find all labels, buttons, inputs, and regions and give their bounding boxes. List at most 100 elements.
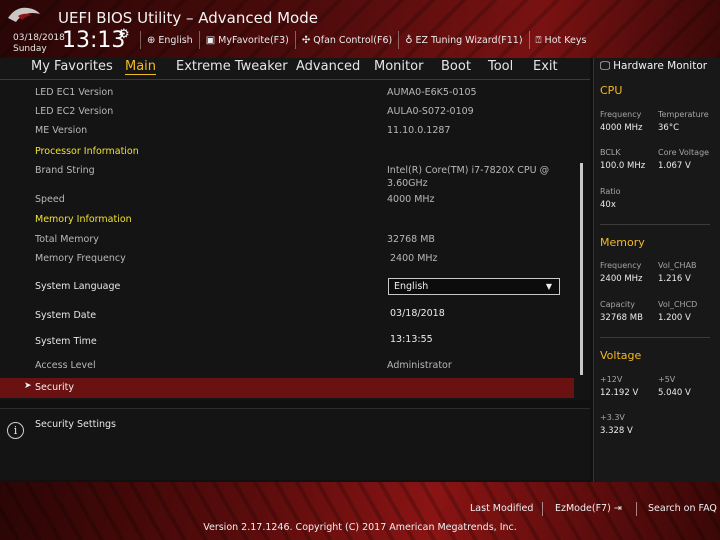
- memory-section-heading: Memory Information: [35, 214, 132, 225]
- vol-chab-label: Vol_CHAB: [658, 261, 697, 270]
- tab-main[interactable]: Main: [125, 59, 157, 75]
- copyright-text: Version 2.17.1246. Copyright (C) 2017 Am…: [203, 522, 517, 533]
- search-faq-button[interactable]: Search on FAQ: [648, 503, 717, 514]
- me-version-value: 11.10.0.1287: [387, 125, 451, 136]
- total-memory-value: 32768 MB: [387, 234, 435, 245]
- system-date-field[interactable]: 03/18/2018: [390, 307, 560, 320]
- speed-label: Speed: [35, 194, 65, 205]
- total-memory-label: Total Memory: [35, 234, 99, 245]
- ratio-value: 40x: [600, 200, 616, 210]
- qfan-control-button-label: Qfan Control(F6): [313, 34, 393, 46]
- led-ec1-value: AUMA0-E6K5-0105: [387, 87, 477, 98]
- clock-display: 13:13: [62, 28, 126, 53]
- hardware-monitor-title: 🖵 Hardware Monitor: [600, 60, 707, 73]
- system-time-label: System Time: [35, 336, 97, 347]
- brand-string-value: Intel(R) Core(TM) i7-7820X CPU @ 3.60GHz: [387, 164, 557, 190]
- security-menu-item[interactable]: ➤ Security: [0, 378, 574, 398]
- fan-icon: ✣: [301, 34, 311, 46]
- capacity-label: Capacity: [600, 300, 635, 309]
- toolbar: ⊕ English ▣ MyFavorite(F3) ✣ Qfan Contro…: [140, 31, 592, 49]
- v12-label: +12V: [600, 375, 623, 384]
- led-ec2-value: AULA0-S072-0109: [387, 106, 474, 117]
- globe-icon: ⊕: [147, 34, 156, 46]
- hardware-monitor-panel: 🖵 Hardware Monitor CPU Frequency Temperat…: [593, 58, 720, 482]
- cpu-temperature-value: 36°C: [658, 123, 680, 133]
- submenu-arrow-icon: ➤: [24, 381, 32, 391]
- ezmode-button[interactable]: EzMode(F7) ⇥: [555, 503, 622, 514]
- core-voltage-value: 1.067 V: [658, 161, 691, 171]
- date-text: 03/18/2018: [13, 33, 65, 43]
- lightbulb-icon: ♁: [405, 34, 413, 46]
- bclk-value: 100.0 MHz: [600, 161, 646, 171]
- vol-chab-value: 1.216 V: [658, 274, 691, 284]
- vol-chcd-value: 1.200 V: [658, 313, 691, 323]
- capacity-value: 32768 MB: [600, 313, 643, 323]
- processor-section-heading: Processor Information: [35, 146, 139, 157]
- led-ec2-label: LED EC2 Version: [35, 106, 114, 117]
- core-voltage-label: Core Voltage: [658, 148, 710, 157]
- ezmode-button-label: EzMode(F7): [555, 503, 611, 514]
- hot-keys-button-label: Hot Keys: [544, 34, 587, 46]
- monitor-icon: 🖵: [600, 60, 611, 72]
- favorite-icon: ▣: [205, 34, 216, 46]
- tab-my-favorites[interactable]: My Favorites: [31, 59, 113, 74]
- help-text: Security Settings: [35, 419, 116, 430]
- tab-extreme-tweaker[interactable]: Extreme Tweaker: [176, 59, 288, 74]
- access-level-value: Administrator: [387, 360, 452, 371]
- brand-string-label: Brand String: [35, 165, 95, 176]
- v12-value: 12.192 V: [600, 388, 639, 398]
- v33-label: +3.3V: [600, 413, 625, 422]
- last-modified-button[interactable]: Last Modified: [470, 503, 533, 514]
- qfan-control-button[interactable]: ✣ Qfan Control(F6): [294, 31, 398, 49]
- brand-string-line2: 3.60GHz: [387, 178, 428, 189]
- ez-tuning-wizard-button-label: EZ Tuning Wizard(F11): [415, 34, 523, 46]
- v33-value: 3.328 V: [600, 426, 633, 436]
- system-language-label: System Language: [35, 281, 121, 292]
- header-bar: UEFI BIOS Utility – Advanced Mode 03/18/…: [0, 0, 720, 58]
- menu-bar: My Favorites Main Extreme Tweaker Advanc…: [0, 58, 590, 80]
- hot-keys-button[interactable]: ⍰ Hot Keys: [528, 31, 593, 49]
- tab-tool[interactable]: Tool: [488, 59, 513, 74]
- system-language-select[interactable]: English ▼: [388, 278, 560, 295]
- gear-icon[interactable]: ⚙: [118, 27, 130, 42]
- language-button-label: English: [158, 34, 193, 46]
- system-language-value: English: [394, 281, 429, 292]
- me-version-label: ME Version: [35, 125, 88, 136]
- v5-label: +5V: [658, 375, 676, 384]
- tab-monitor[interactable]: Monitor: [374, 59, 423, 74]
- footer-divider: [636, 502, 637, 516]
- tab-boot[interactable]: Boot: [441, 59, 471, 74]
- language-button[interactable]: ⊕ English: [140, 31, 199, 49]
- main-settings-panel: LED EC1 Version AUMA0-E6K5-0105 LED EC2 …: [0, 80, 590, 400]
- ez-tuning-wizard-button[interactable]: ♁ EZ Tuning Wizard(F11): [398, 31, 528, 49]
- vol-chcd-label: Vol_CHCD: [658, 300, 698, 309]
- memory-frequency-value: 2400 MHz: [390, 253, 438, 264]
- footer-divider: [542, 502, 543, 516]
- info-icon: i: [7, 422, 24, 439]
- system-time-field[interactable]: 13:13:55: [390, 333, 560, 346]
- system-date-label: System Date: [35, 310, 97, 321]
- help-icon: ⍰: [535, 34, 542, 46]
- exit-arrow-icon: ⇥: [613, 503, 622, 514]
- cpu-frequency-label: Frequency: [600, 110, 642, 119]
- voltage-section-title: Voltage: [600, 349, 642, 362]
- footer-bar: Last Modified EzMode(F7) ⇥ Search on FAQ…: [0, 482, 720, 540]
- cpu-section-title: CPU: [600, 84, 623, 97]
- weekday-text: Sunday: [13, 44, 47, 54]
- led-ec1-label: LED EC1 Version: [35, 87, 114, 98]
- brand-string-line1: Intel(R) Core(TM) i7-7820X CPU @: [387, 165, 550, 176]
- cpu-divider: [600, 224, 710, 225]
- bclk-label: BCLK: [600, 148, 621, 157]
- access-level-label: Access Level: [35, 360, 96, 371]
- tab-advanced[interactable]: Advanced: [296, 59, 360, 74]
- myfavorite-button[interactable]: ▣ MyFavorite(F3): [198, 31, 295, 49]
- app-title: UEFI BIOS Utility – Advanced Mode: [58, 9, 318, 27]
- memory-frequency-hw-label: Frequency: [600, 261, 642, 270]
- hardware-monitor-title-text: Hardware Monitor: [613, 60, 708, 72]
- cpu-temperature-label: Temperature: [658, 110, 709, 119]
- tab-exit[interactable]: Exit: [533, 59, 558, 74]
- scrollbar[interactable]: [580, 163, 583, 375]
- cpu-frequency-value: 4000 MHz: [600, 123, 643, 133]
- rog-logo-icon: [8, 7, 40, 22]
- caret-down-icon: ▼: [545, 282, 552, 291]
